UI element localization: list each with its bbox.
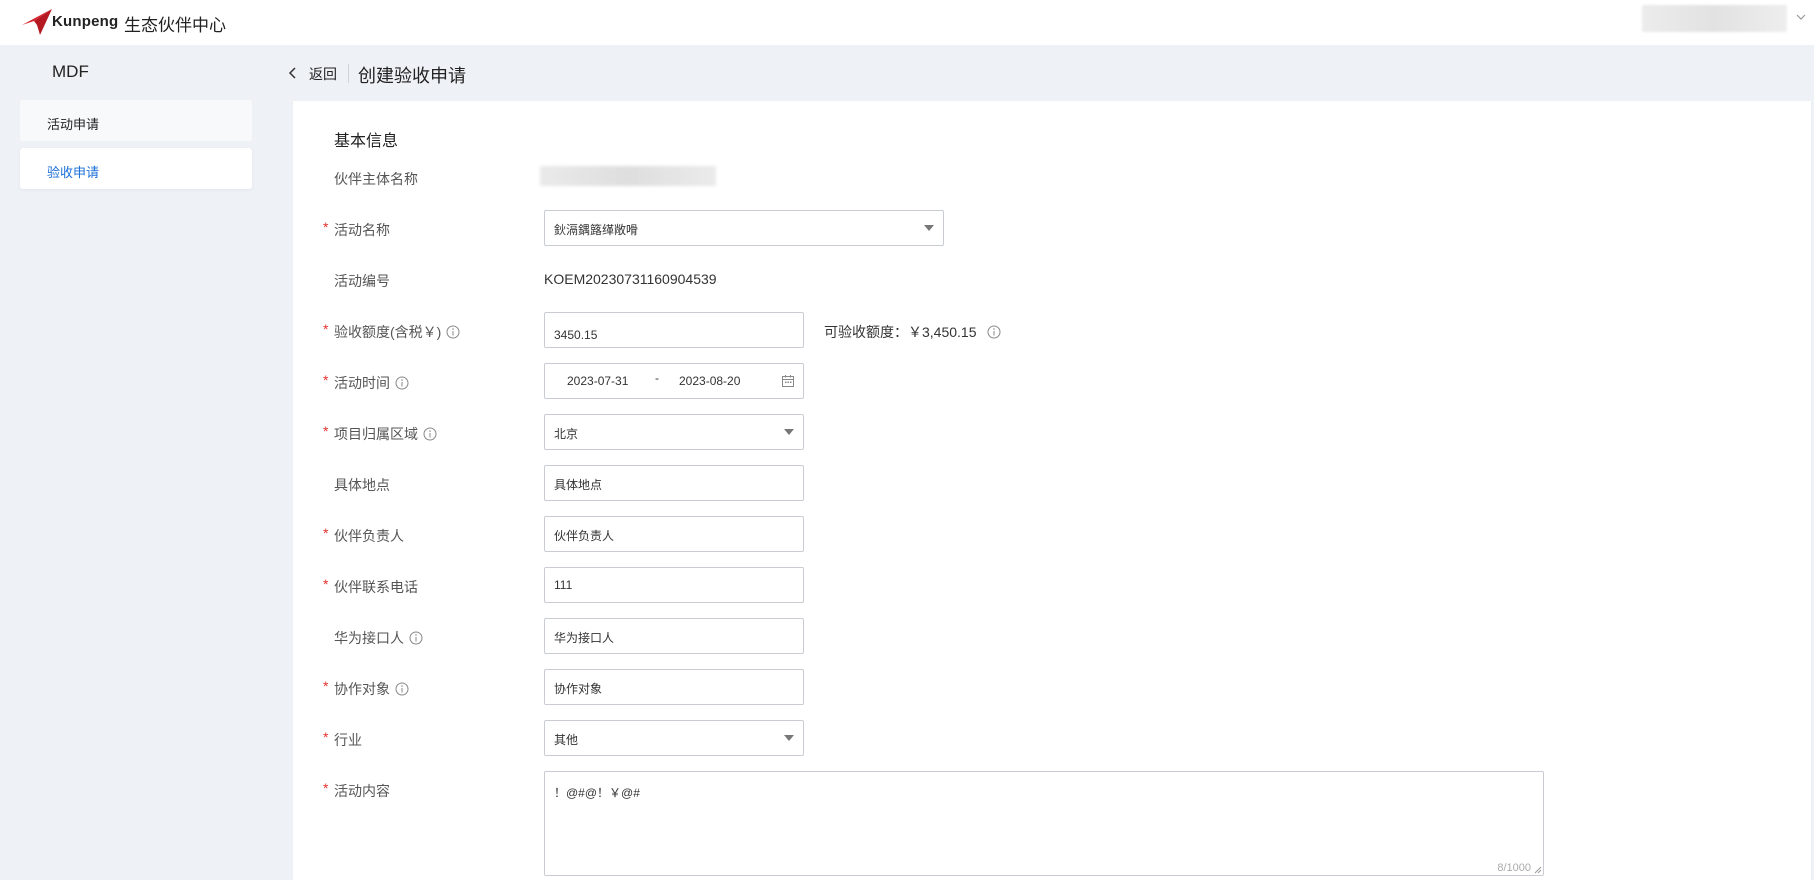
portal-title[interactable]: 生态伙伴中心 [124, 11, 226, 36]
location-input[interactable]: 具体地点 [544, 465, 804, 501]
calendar-icon[interactable] [781, 374, 795, 388]
partner-phone-input[interactable]: 111 [544, 567, 804, 603]
activity-time-label: 活动时间 [334, 373, 409, 393]
date-to[interactable]: 2023-08-20 [679, 374, 740, 388]
region-label-text: 项目归属区域 [334, 426, 418, 442]
amount-label: 验收额度(含税￥) [334, 322, 460, 342]
partner-phone-label: 伙伴联系电话 [334, 579, 418, 595]
info-icon[interactable] [423, 427, 437, 441]
collab-target-label: 协作对象 [334, 679, 409, 699]
chevron-left-icon[interactable] [288, 66, 298, 80]
required-mark: * [323, 321, 329, 337]
page-title: 创建验收申请 [358, 66, 466, 86]
activity-time-label-text: 活动时间 [334, 375, 390, 391]
kunpeng-logo[interactable] [20, 5, 54, 39]
info-icon[interactable] [409, 631, 423, 645]
required-mark: * [323, 780, 329, 796]
industry-value: 其他 [554, 733, 579, 747]
sidebar-title: MDF [52, 62, 89, 81]
info-icon[interactable] [395, 682, 409, 696]
partner-phone-value: 111 [554, 578, 573, 592]
sidebar-item-acceptance-apply[interactable]: 验收申请 [20, 148, 252, 189]
section-title: 基本信息 [334, 133, 399, 150]
huawei-contact-label: 华为接口人 [334, 628, 423, 648]
location-label: 具体地点 [334, 477, 390, 493]
caret-down-icon[interactable] [784, 735, 794, 741]
top-bar: Kunpeng 生态伙伴中心 [0, 0, 1814, 45]
huawei-contact-label-text: 华为接口人 [334, 630, 404, 646]
collab-target-value: 协作对象 [554, 682, 603, 696]
user-account[interactable] [1642, 5, 1787, 32]
required-mark: * [323, 576, 329, 592]
sidebar-item-activity-apply[interactable]: 活动申请 [20, 100, 252, 141]
location-value: 具体地点 [554, 478, 603, 492]
info-icon[interactable] [446, 325, 460, 339]
char-counter: 8/1000 [1497, 862, 1531, 874]
partner-owner-input[interactable]: 伙伴负责人 [544, 516, 804, 552]
huawei-contact-input[interactable]: 华为接口人 [544, 618, 804, 654]
sidebar-item-label: 活动申请 [47, 117, 100, 132]
activity-name-value: 鈥滆鍝簬缂敞嗗 [554, 223, 639, 237]
amount-input[interactable] [544, 312, 804, 348]
content-value: ！@#@！￥@# [554, 786, 640, 800]
back-link[interactable]: 返回 [309, 64, 337, 84]
activity-no-label: 活动编号 [334, 273, 390, 289]
collab-target-label-text: 协作对象 [334, 681, 390, 697]
amount-label-text: 验收额度(含税￥) [334, 324, 442, 340]
region-label: 项目归属区域 [334, 424, 437, 444]
resize-grip-icon[interactable] [1534, 866, 1542, 874]
required-mark: * [323, 219, 329, 235]
available-amount: 可验收额度：￥3,450.15 [824, 322, 1001, 342]
caret-down-icon[interactable] [924, 225, 934, 231]
required-mark: * [323, 678, 329, 694]
required-mark: * [323, 525, 329, 541]
huawei-contact-value: 华为接口人 [554, 631, 615, 645]
info-icon[interactable] [395, 376, 409, 390]
sidebar-item-label: 验收申请 [47, 165, 100, 180]
available-amount-text: 可验收额度：￥3,450.15 [824, 324, 977, 340]
partner-name-label: 伙伴主体名称 [334, 171, 418, 187]
partner-name-value [540, 166, 716, 186]
activity-name-select[interactable]: 鈥滆鍝簬缂敞嗗 [544, 210, 944, 246]
region-value: 北京 [554, 427, 579, 441]
caret-down-icon[interactable] [784, 429, 794, 435]
industry-select[interactable]: 其他 [544, 720, 804, 756]
activity-no-value: KOEM20230731160904539 [544, 271, 717, 287]
content-textarea[interactable]: ！@#@！￥@# 8/1000 [544, 771, 1544, 876]
brand-name[interactable]: Kunpeng [52, 13, 118, 30]
form-panel [293, 101, 1811, 880]
required-mark: * [323, 372, 329, 388]
partner-owner-value: 伙伴负责人 [554, 529, 615, 543]
chevron-down-icon[interactable] [1794, 10, 1808, 24]
date-range-picker[interactable]: 2023-07-31 - 2023-08-20 [544, 363, 804, 399]
region-select[interactable]: 北京 [544, 414, 804, 450]
partner-owner-label: 伙伴负责人 [334, 528, 404, 544]
info-icon[interactable] [987, 325, 1001, 339]
date-from[interactable]: 2023-07-31 [567, 374, 628, 388]
activity-name-label: 活动名称 [334, 222, 390, 238]
required-mark: * [323, 729, 329, 745]
collab-target-input[interactable]: 协作对象 [544, 669, 804, 705]
content-label: 活动内容 [334, 783, 390, 799]
required-mark: * [323, 423, 329, 439]
breadcrumb-divider [348, 64, 349, 83]
industry-label: 行业 [334, 732, 362, 748]
date-separator: - [655, 371, 659, 385]
